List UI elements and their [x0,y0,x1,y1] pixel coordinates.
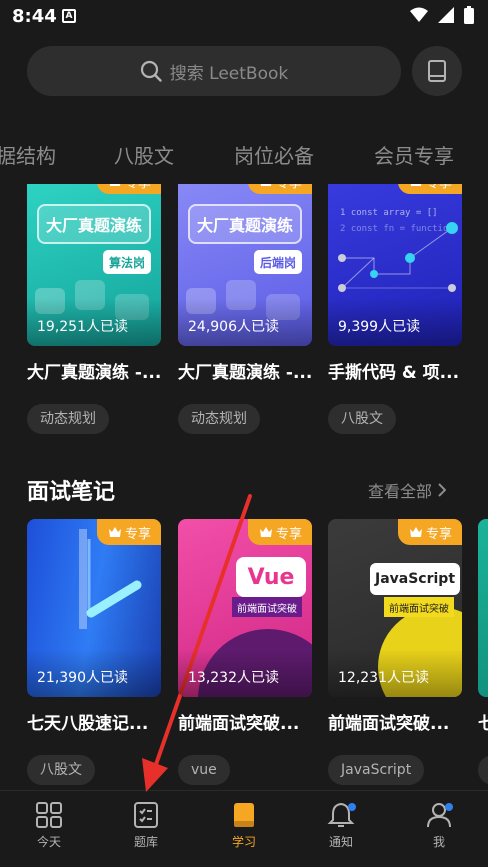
vip-label: 专享 [124,526,151,542]
read-count: 19,251人已读 [37,319,128,335]
vip-badge: 专享 [96,519,161,545]
bottom-nav: 今天 题库 学习 通知 我 [0,790,488,867]
cover-chip: 前端面试突破 [232,597,302,617]
read-count: 9,399人已读 [338,319,421,335]
status-bar: 8:44 A [0,0,488,36]
cover-chip: 前端面试突破 [384,597,454,617]
book-tag[interactable]: vue [178,755,230,785]
vip-label: 专享 [426,184,452,191]
nav-learn[interactable]: 学习 [214,801,274,850]
book-cover: 专享 21,390人已读 [27,519,161,697]
crown-icon [260,184,272,186]
cover-banner: 大厂真题演练 [188,204,302,244]
grid-icon [36,802,62,828]
book-icon [234,803,254,827]
vip-label: 专享 [276,184,302,191]
tab-data-structure[interactable]: 据结构 [0,140,56,169]
chevron-right-icon [438,483,447,497]
book-title: 前端面试突破... [328,714,450,734]
cover-banner: JavaScript [370,563,460,595]
book-cover: 专享 大厂真题演练 算法岗 19,251人已读 [27,184,161,346]
cover-banner: 大厂真题演练 [37,204,151,244]
read-count: 24,906人已读 [188,319,279,335]
nav-question-bank[interactable]: 题库 [116,801,176,850]
cover-banner: Vue [236,557,306,597]
search-bar[interactable]: 搜索 LeetBook [27,46,401,96]
book-tag[interactable]: 八股文 [27,755,95,785]
view-all-label: 查看全部 [368,482,433,501]
notification-dot [445,803,453,811]
nav-label: 通知 [328,835,353,849]
book-cover: 专享 JavaScript 前端面试突破 12,231人已读 [328,519,462,697]
nav-notifications[interactable]: 通知 [311,801,371,850]
book-tag[interactable]: 动态规划 [27,404,109,434]
signal-icon [438,7,454,23]
book-title: 七天八股速记... [27,714,149,734]
crown-icon [409,527,422,537]
nav-label: 学习 [231,835,256,849]
book-tag[interactable]: JavaScript [328,755,425,785]
vip-badge: 专享 [96,184,161,194]
book-title: 大厂真题演练 -... [178,363,313,383]
vip-badge: 专享 [397,184,462,194]
vip-label: 专享 [275,526,302,542]
book-tag[interactable] [478,755,488,785]
book-row-1: 专享 大厂真题演练 算法岗 19,251人已读 大厂真题演练 -... 动态规划… [0,184,488,444]
nav-label: 我 [432,835,445,849]
nav-me[interactable]: 我 [409,801,469,850]
search-icon [140,60,162,82]
nav-today[interactable]: 今天 [19,801,79,850]
nav-label: 题库 [133,835,158,849]
category-tabs: 据结构 八股文 岗位必备 会员专享 [0,140,488,172]
read-count: 12,231人已读 [338,670,429,686]
status-time: 8:44 [12,6,57,27]
vip-label: 专享 [425,526,452,542]
vip-label: 专享 [125,184,151,191]
notification-dot [348,803,356,811]
nav-label: 今天 [36,835,61,849]
crown-icon [410,184,422,186]
book-cover [478,519,488,697]
section-title: 面试笔记 [27,480,116,505]
crown-icon [109,184,121,186]
vip-badge: 专享 [247,519,312,545]
vip-badge: 专享 [247,184,312,194]
book-icon [428,60,446,82]
tab-bagu[interactable]: 八股文 [114,140,174,169]
vip-badge: 专享 [397,519,462,545]
book-title: 手撕代码 & 项... [328,363,460,383]
book-title: 前端面试突破... [178,714,300,734]
status-icons [410,6,474,24]
crown-icon [108,527,121,537]
view-all-link[interactable]: 查看全部 [368,478,447,502]
crown-icon [259,527,272,537]
tab-position[interactable]: 岗位必备 [234,140,314,169]
bookshelf-button[interactable] [412,46,462,96]
read-count: 13,232人已读 [188,670,279,686]
book-title: 七 [478,714,488,734]
checklist-icon [134,802,158,828]
notification-a-icon: A [62,9,76,23]
battery-icon [464,6,474,24]
cover-chip: 后端岗 [253,250,302,274]
cover-chip: 算法岗 [102,250,151,274]
book-row-2: 专享 21,390人已读 七天八股速记... 八股文 专享 Vue 前端面试突破… [0,519,488,789]
book-cover: 专享 1 const array = [] 2 const fn = funct… [328,184,462,346]
read-count: 21,390人已读 [37,670,128,686]
book-tag[interactable]: 动态规划 [178,404,260,434]
book-cover: 专享 大厂真题演练 后端岗 24,906人已读 [178,184,312,346]
tab-vip[interactable]: 会员专享 [374,140,454,169]
book-tag[interactable]: 八股文 [328,404,396,434]
book-title: 大厂真题演练 -... [27,363,162,383]
search-placeholder: 搜索 LeetBook [169,63,289,84]
wifi-icon [410,7,428,22]
book-cover: 专享 Vue 前端面试突破 13,232人已读 [178,519,312,697]
